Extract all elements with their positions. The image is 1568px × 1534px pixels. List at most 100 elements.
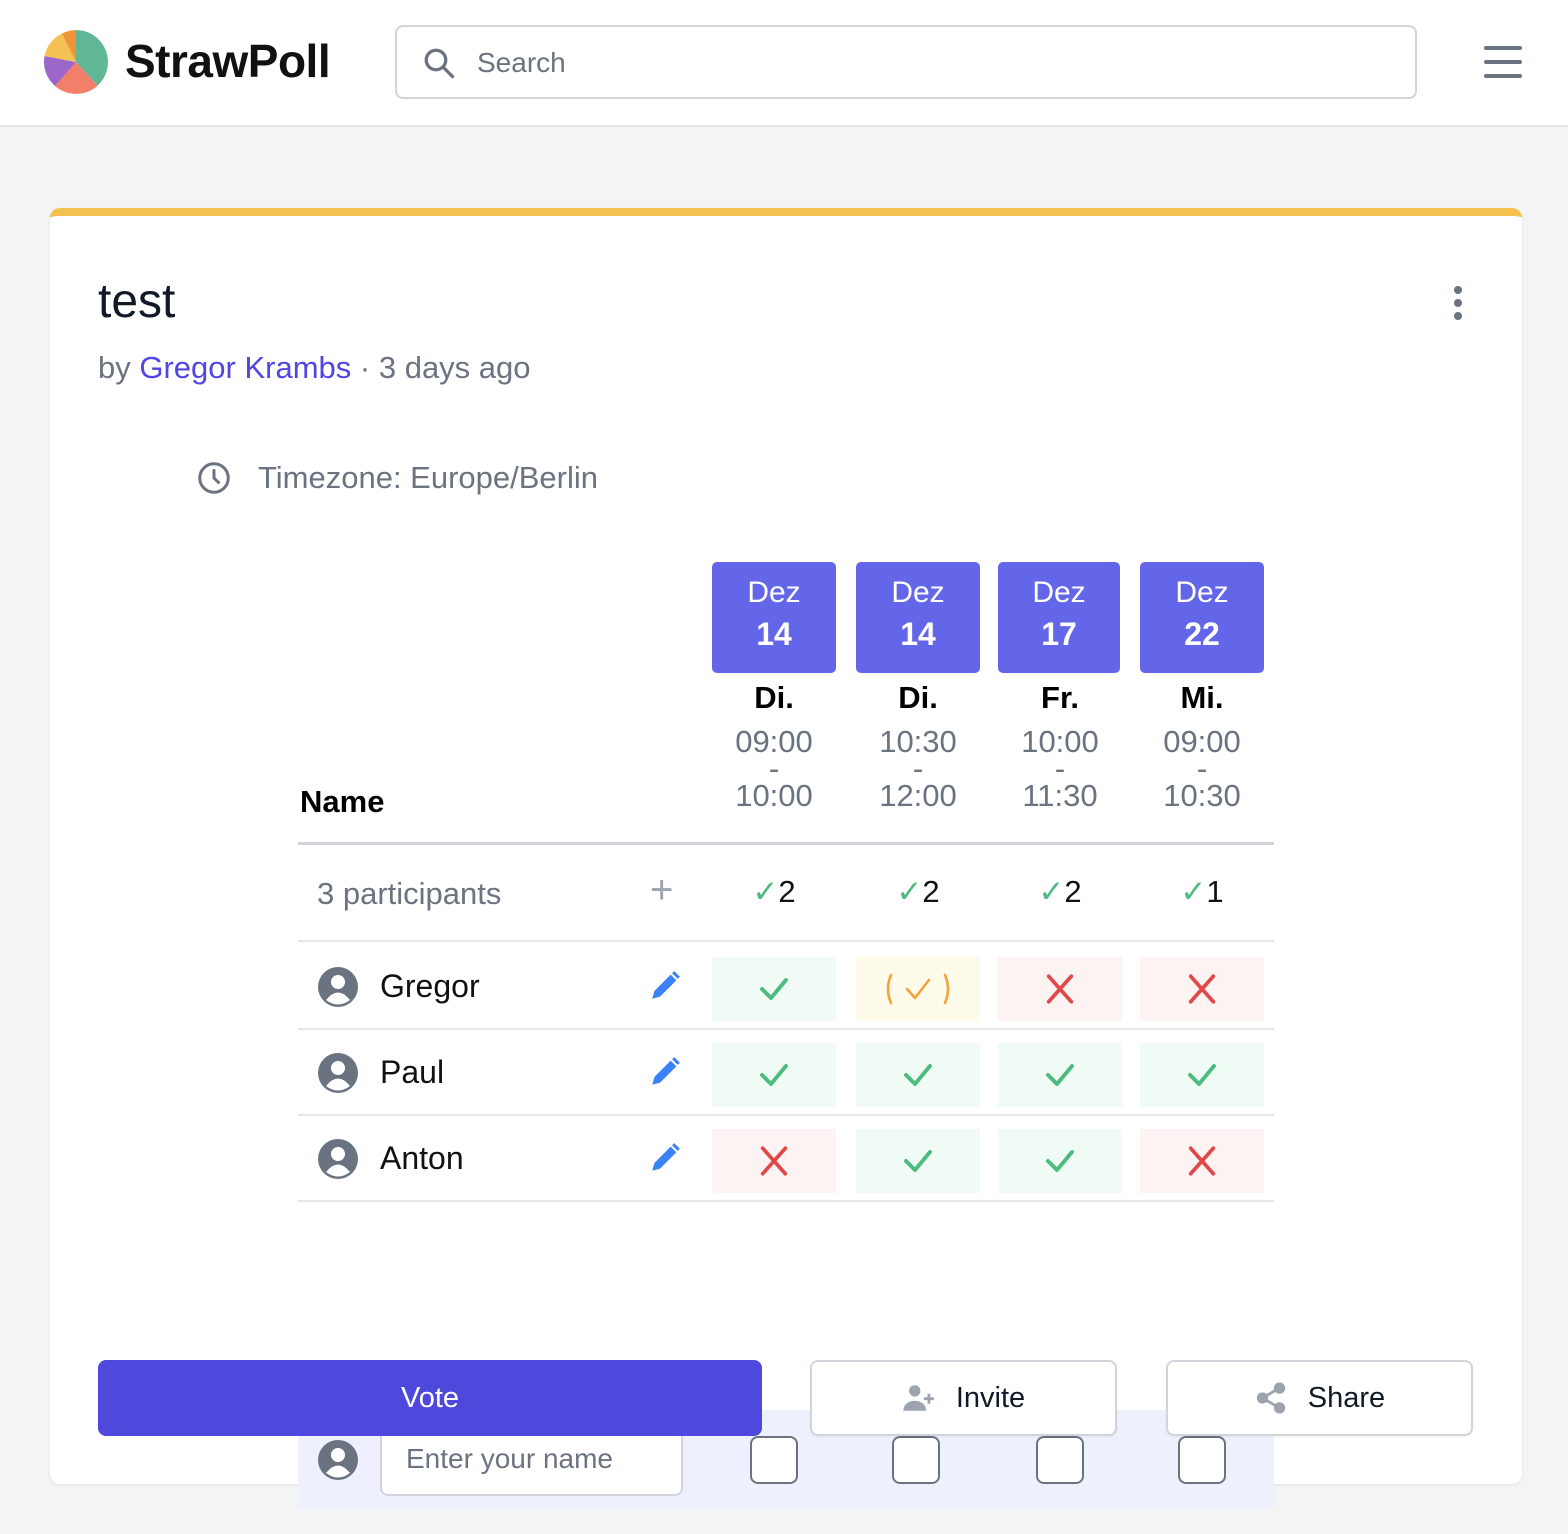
participant-row: Anton xyxy=(298,1116,1274,1202)
vote-cell-no xyxy=(712,1129,836,1193)
search-icon xyxy=(424,48,455,79)
more-options-icon[interactable] xyxy=(1448,286,1468,326)
poll-card: test by Gregor Krambs · 3 days ago Timez… xyxy=(50,208,1522,1508)
share-label: Share xyxy=(1307,1381,1386,1414)
yes-count: 2 xyxy=(778,874,796,909)
x-icon xyxy=(1188,974,1216,1004)
invite-button[interactable]: Invite xyxy=(810,1360,1117,1436)
poll-title: test xyxy=(98,275,176,328)
check-icon: ✓ xyxy=(1180,874,1207,909)
option-month: Dez xyxy=(1032,576,1086,609)
share-icon xyxy=(1256,1382,1285,1414)
strawpoll-logo-icon[interactable] xyxy=(44,30,108,94)
check-icon xyxy=(760,1064,788,1086)
search-input[interactable] xyxy=(477,41,1377,85)
option-date-3: Dez 17 xyxy=(998,562,1120,673)
check-icon xyxy=(1046,1150,1074,1172)
participant-name: Paul xyxy=(380,1054,445,1090)
option-end: 10:30 xyxy=(1163,778,1241,813)
edit-pencil-icon[interactable] xyxy=(648,1141,682,1175)
yes-count: 2 xyxy=(922,874,940,909)
option-day: 22 xyxy=(1184,616,1220,652)
option-date-2: Dez 14 xyxy=(856,562,980,673)
option-time: 10:30-12:00 xyxy=(856,726,980,813)
vote-cell-ifneedbe xyxy=(856,957,980,1021)
share-button[interactable]: Share xyxy=(1166,1360,1473,1436)
option-time: 09:00-10:00 xyxy=(712,726,836,811)
option-month: Dez xyxy=(747,576,801,609)
vote-checkbox[interactable] xyxy=(750,1436,798,1484)
vote-checkbox[interactable] xyxy=(1036,1436,1084,1484)
user-avatar-icon xyxy=(318,967,358,1007)
if-need-be-icon xyxy=(886,973,950,1005)
vote-cell-yes xyxy=(998,1043,1122,1107)
option-time: 09:00-10:30 xyxy=(1140,726,1264,813)
vote-cell-yes xyxy=(856,1043,980,1107)
option-day: 14 xyxy=(900,616,936,652)
brand-name[interactable]: StrawPoll xyxy=(125,34,331,88)
option-date-1: Dez 14 xyxy=(712,562,836,673)
option-date-4: Dez 22 xyxy=(1140,562,1264,673)
yes-count: 1 xyxy=(1206,874,1224,909)
check-icon xyxy=(904,1150,932,1172)
search-box[interactable] xyxy=(395,25,1417,99)
header-divider xyxy=(298,842,1274,845)
check-icon: ✓ xyxy=(752,874,779,909)
option-month: Dez xyxy=(891,576,945,609)
poll-age: 3 days ago xyxy=(378,350,531,385)
summary-row: 3 participants + ✓2 ✓2 ✓2 ✓1 xyxy=(298,846,1274,942)
x-icon xyxy=(1188,1146,1216,1176)
user-avatar-icon xyxy=(318,1440,358,1480)
add-participant-icon[interactable]: + xyxy=(650,868,673,913)
option-end: 12:00 xyxy=(879,778,957,813)
vote-cell-yes xyxy=(1140,1043,1264,1107)
participant-name: Gregor xyxy=(380,968,480,1004)
yes-tally: ✓2 xyxy=(998,874,1122,910)
author-link[interactable]: Gregor Krambs xyxy=(139,350,351,385)
vote-checkbox[interactable] xyxy=(1178,1436,1226,1484)
vote-cell-no xyxy=(998,957,1122,1021)
x-icon xyxy=(760,1146,788,1176)
edit-pencil-icon[interactable] xyxy=(648,969,682,1003)
by-prefix: by xyxy=(98,350,131,385)
option-weekday: Mi. xyxy=(1180,680,1224,715)
vote-cell-no xyxy=(1140,957,1264,1021)
yes-tally: ✓2 xyxy=(712,874,836,910)
vote-cell-yes xyxy=(712,957,836,1021)
option-end: 11:30 xyxy=(1022,778,1098,813)
yes-tally: ✓2 xyxy=(856,874,980,910)
byline-separator: · xyxy=(351,350,379,385)
clock-icon xyxy=(198,462,230,494)
vote-cell-yes xyxy=(998,1129,1122,1193)
option-day: 14 xyxy=(756,616,792,652)
name-column-header: Name xyxy=(300,784,385,819)
option-day: 17 xyxy=(1041,616,1077,652)
hamburger-menu-icon[interactable] xyxy=(1484,46,1522,78)
participant-row: Gregor xyxy=(298,944,1274,1030)
check-icon xyxy=(904,1064,932,1086)
invite-label: Invite xyxy=(955,1381,1026,1414)
option-weekday: Di. xyxy=(754,680,794,715)
participant-name: Anton xyxy=(380,1140,464,1176)
vote-cell-yes xyxy=(856,1129,980,1193)
yes-tally: ✓1 xyxy=(1140,874,1264,910)
yes-count: 2 xyxy=(1064,874,1082,909)
option-weekday: Di. xyxy=(898,680,938,715)
user-avatar-icon xyxy=(318,1139,358,1179)
option-time: 10:00-11:30 xyxy=(998,726,1122,813)
check-icon xyxy=(760,978,788,1000)
vote-button[interactable]: Vote xyxy=(98,1360,762,1436)
vote-checkbox[interactable] xyxy=(892,1436,940,1484)
vote-cell-yes xyxy=(712,1043,836,1107)
add-user-icon xyxy=(903,1385,934,1411)
check-icon: ✓ xyxy=(896,874,923,909)
edit-pencil-icon[interactable] xyxy=(648,1055,682,1089)
user-avatar-icon xyxy=(318,1053,358,1093)
timezone-label: Timezone: Europe/Berlin xyxy=(258,460,599,495)
vote-cell-no xyxy=(1140,1129,1264,1193)
top-navigation-bar: StrawPoll xyxy=(0,0,1568,127)
timezone-info: Timezone: Europe/Berlin xyxy=(196,460,598,496)
check-icon: ✓ xyxy=(1038,874,1065,909)
participant-row: Paul xyxy=(298,1030,1274,1116)
check-icon xyxy=(1046,1064,1074,1086)
